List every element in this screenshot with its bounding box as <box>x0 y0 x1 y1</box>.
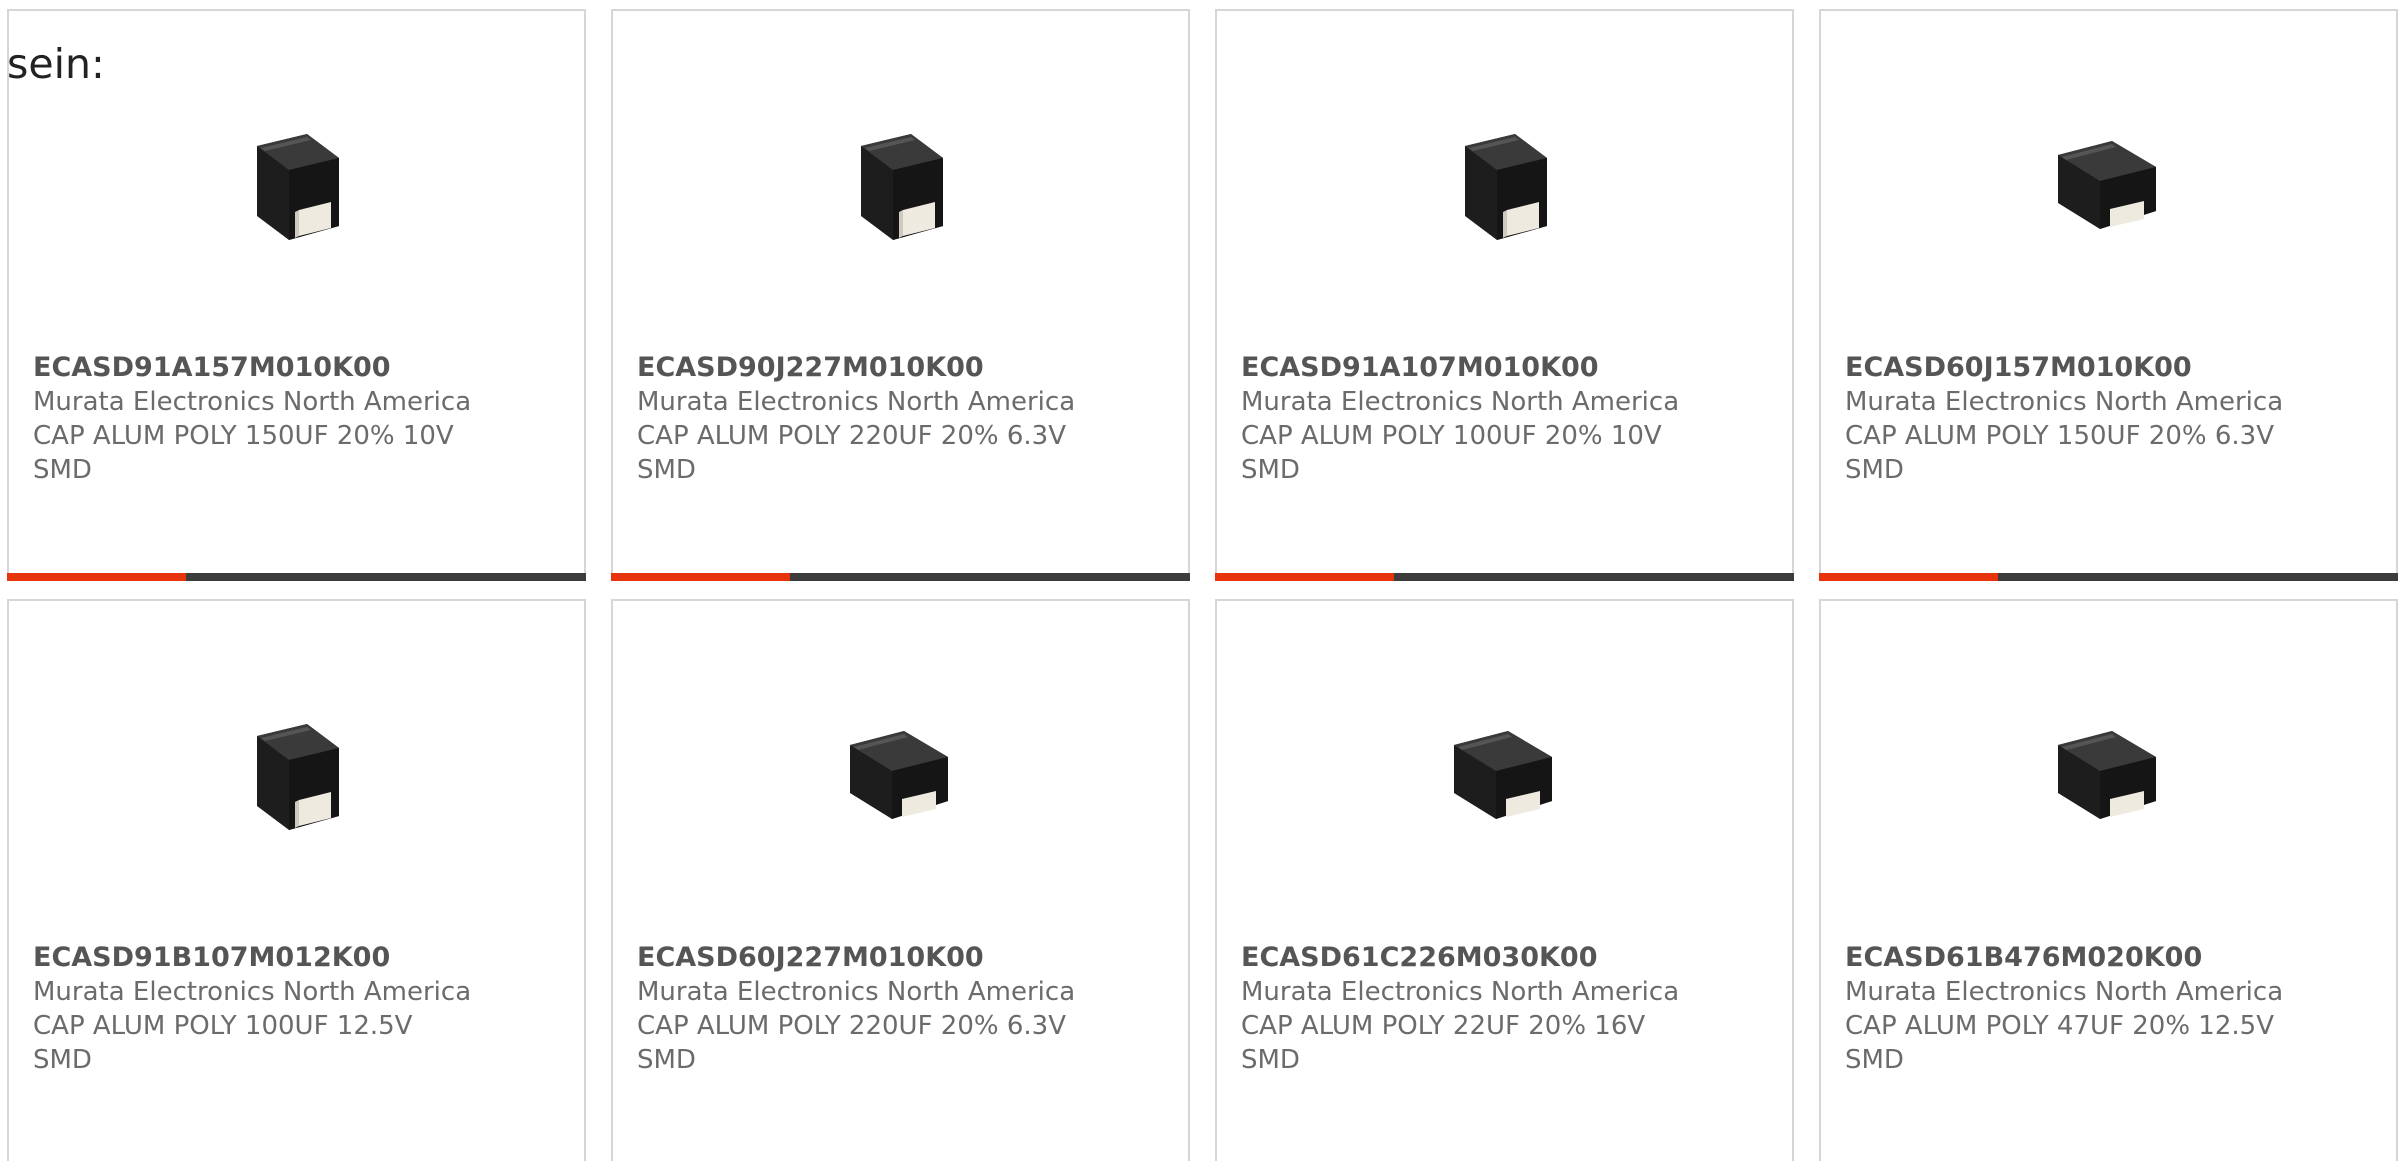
product-image[interactable] <box>9 71 584 301</box>
intro-text: sein: <box>7 40 105 88</box>
progress-bar <box>7 573 586 581</box>
product-card[interactable]: ECASD90J227M010K00 Murata Electronics No… <box>611 9 1190 581</box>
product-card[interactable]: ECASD91B107M012K00 Murata Electronics No… <box>7 599 586 1161</box>
manufacturer: Murata Electronics North America <box>33 387 472 417</box>
part-number[interactable]: ECASD61B476M020K00 <box>1845 941 2315 975</box>
description-line: SMD <box>1241 1045 1300 1075</box>
part-number[interactable]: ECASD91B107M012K00 <box>33 941 503 975</box>
description-line: CAP ALUM POLY 47UF 20% 12.5V <box>1845 1011 2274 1041</box>
manufacturer: Murata Electronics North America <box>1845 977 2284 1007</box>
part-number[interactable]: ECASD91A107M010K00 <box>1241 351 1711 385</box>
description-line: CAP ALUM POLY 220UF 20% 6.3V <box>637 421 1066 451</box>
product-card[interactable]: ECASD61C226M030K00 Murata Electronics No… <box>1215 599 1794 1161</box>
description-line: SMD <box>1845 455 1904 485</box>
description-line: CAP ALUM POLY 100UF 20% 10V <box>1241 421 1662 451</box>
progress-bar <box>1819 573 2398 581</box>
product-image[interactable] <box>1821 71 2396 301</box>
description-line: CAP ALUM POLY 220UF 20% 6.3V <box>637 1011 1066 1041</box>
part-number[interactable]: ECASD60J227M010K00 <box>637 941 1107 975</box>
product-image[interactable] <box>1217 71 1792 301</box>
smd-capacitor-icon <box>2057 731 2156 819</box>
smd-capacitor-icon <box>1453 731 1552 819</box>
product-grid-page: sein: ECASD91A157M010K00 Murata Electron… <box>0 0 2400 1161</box>
product-card[interactable]: ECASD91A107M010K00 Murata Electronics No… <box>1215 9 1794 581</box>
description-line: SMD <box>637 1045 696 1075</box>
progress-fill <box>1215 573 1395 581</box>
smd-capacitor-icon <box>256 134 339 240</box>
description-line: CAP ALUM POLY 22UF 20% 16V <box>1241 1011 1646 1041</box>
manufacturer: Murata Electronics North America <box>637 387 1076 417</box>
manufacturer: Murata Electronics North America <box>1241 977 1680 1007</box>
smd-capacitor-icon <box>849 731 948 819</box>
part-number[interactable]: ECASD91A157M010K00 <box>33 351 503 385</box>
progress-bar <box>1215 573 1794 581</box>
description-line: SMD <box>637 455 696 485</box>
part-number[interactable]: ECASD90J227M010K00 <box>637 351 1107 385</box>
product-image[interactable] <box>613 71 1188 301</box>
description-line: SMD <box>1241 455 1300 485</box>
part-number[interactable]: ECASD61C226M030K00 <box>1241 941 1711 975</box>
description-line: CAP ALUM POLY 150UF 20% 6.3V <box>1845 421 2274 451</box>
manufacturer: Murata Electronics North America <box>637 977 1076 1007</box>
smd-capacitor-icon <box>1464 134 1547 240</box>
product-image[interactable] <box>613 661 1188 891</box>
manufacturer: Murata Electronics North America <box>1241 387 1680 417</box>
description-line: CAP ALUM POLY 150UF 20% 10V <box>33 421 454 451</box>
smd-capacitor-icon <box>2057 141 2156 229</box>
smd-capacitor-icon <box>860 134 943 240</box>
part-number[interactable]: ECASD60J157M010K00 <box>1845 351 2315 385</box>
description-line: SMD <box>33 1045 92 1075</box>
smd-capacitor-icon <box>256 724 339 830</box>
description-line: CAP ALUM POLY 100UF 12.5V <box>33 1011 413 1041</box>
progress-fill <box>1819 573 1999 581</box>
manufacturer: Murata Electronics North America <box>1845 387 2284 417</box>
product-card[interactable]: ECASD60J227M010K00 Murata Electronics No… <box>611 599 1190 1161</box>
product-card[interactable]: ECASD61B476M020K00 Murata Electronics No… <box>1819 599 2398 1161</box>
progress-fill <box>7 573 187 581</box>
description-line: SMD <box>33 455 92 485</box>
product-image[interactable] <box>1821 661 2396 891</box>
product-card[interactable]: ECASD91A157M010K00 Murata Electronics No… <box>7 9 586 581</box>
progress-fill <box>611 573 791 581</box>
product-card[interactable]: ECASD60J157M010K00 Murata Electronics No… <box>1819 9 2398 581</box>
product-image[interactable] <box>1217 661 1792 891</box>
manufacturer: Murata Electronics North America <box>33 977 472 1007</box>
progress-bar <box>611 573 1190 581</box>
product-image[interactable] <box>9 661 584 891</box>
description-line: SMD <box>1845 1045 1904 1075</box>
